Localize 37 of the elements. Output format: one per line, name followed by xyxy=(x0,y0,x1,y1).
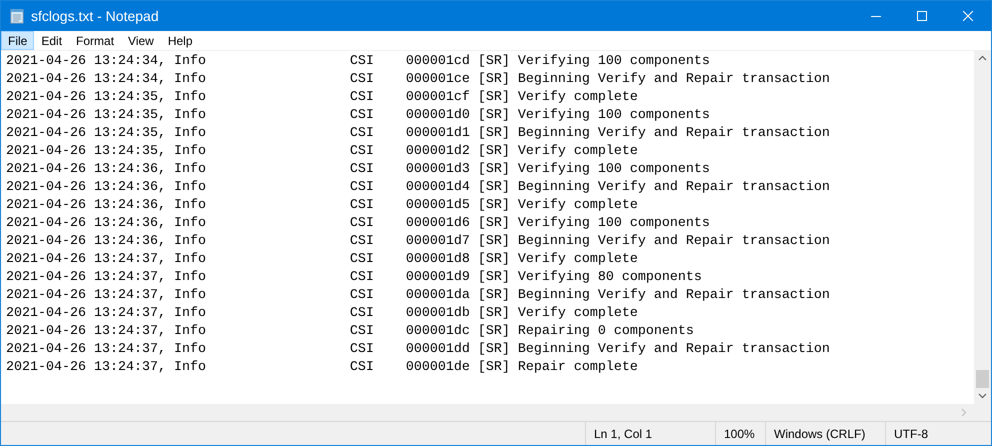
log-line: 2021-04-26 13:24:36, Info CSI 000001d6 [SR] Verifying 100 components xyxy=(6,215,710,233)
log-line: 2021-04-26 13:24:34, Info CSI 000001ce [SR] Beginning Verify and Repair transaction xyxy=(6,71,830,89)
status-text: Windows (CRLF) xyxy=(765,422,885,445)
log-line: 2021-04-26 13:24:36, Info CSI 000001d7 [SR] Beginning Verify and Repair transaction xyxy=(6,233,830,251)
status-text: UTF-8 xyxy=(885,422,991,445)
log-line: 2021-04-26 13:24:37, Info CSI 000001de [SR] Repair complete xyxy=(6,359,638,377)
menu-item[interactable]: Help xyxy=(160,31,200,50)
menu-item[interactable]: Format xyxy=(69,31,122,50)
scroll-right-icon[interactable] xyxy=(961,408,967,417)
log-line: 2021-04-26 13:24:37, Info CSI 000001d8 [SR] Verify complete xyxy=(6,251,638,269)
log-line: 2021-04-26 13:24:36, Info CSI 000001d3 [SR] Verifying 100 components xyxy=(6,161,710,179)
window-title: sfclogs.txt - Notepad xyxy=(31,6,159,26)
status-text: 100% xyxy=(715,422,765,445)
log-line: 2021-04-26 13:24:37, Info CSI 000001da [SR] Beginning Verify and Repair transaction xyxy=(6,287,830,305)
scroll-up-icon[interactable] xyxy=(978,55,987,61)
log-line: 2021-04-26 13:24:35, Info CSI 000001d1 [SR] Beginning Verify and Repair transaction xyxy=(6,125,830,143)
menu-item[interactable]: Edit xyxy=(34,31,70,50)
scroll-down-icon[interactable] xyxy=(978,393,987,399)
log-line: 2021-04-26 13:24:37, Info CSI 000001db [SR] Verify complete xyxy=(6,305,638,323)
log-line: 2021-04-26 13:24:37, Info CSI 000001dc [SR] Repairing 0 components xyxy=(6,323,694,341)
menu-item[interactable]: File xyxy=(1,31,34,50)
log-line: 2021-04-26 13:24:36, Info CSI 000001d4 [SR] Beginning Verify and Repair transaction xyxy=(6,179,830,197)
log-line: 2021-04-26 13:24:34, Info CSI 000001cd [SR] Verifying 100 components xyxy=(6,53,710,71)
horizontal-scrollbar[interactable] xyxy=(1,404,991,421)
maximize-icon xyxy=(917,11,927,21)
notepad-icon xyxy=(9,8,25,24)
log-line: 2021-04-26 13:24:35, Info CSI 000001d2 [SR] Verify complete xyxy=(6,143,638,161)
log-line: 2021-04-26 13:24:37, Info CSI 000001d9 [SR] Verifying 80 components xyxy=(6,269,702,287)
menu-item[interactable]: View xyxy=(121,31,161,50)
log-line: 2021-04-26 13:24:37, Info CSI 000001dd [SR] Beginning Verify and Repair transaction xyxy=(6,341,830,359)
log-line: 2021-04-26 13:24:35, Info CSI 000001d0 [SR] Verifying 100 components xyxy=(6,107,710,125)
status-text: Ln 1, Col 1 xyxy=(585,422,715,445)
log-line: 2021-04-26 13:24:35, Info CSI 000001cf [SR] Verify complete xyxy=(6,89,638,107)
close-icon xyxy=(963,11,973,21)
scroll-thumb[interactable] xyxy=(976,370,989,388)
log-line: 2021-04-26 13:24:36, Info CSI 000001d5 [SR] Verify complete xyxy=(6,197,638,215)
vertical-scrollbar[interactable] xyxy=(974,51,991,404)
